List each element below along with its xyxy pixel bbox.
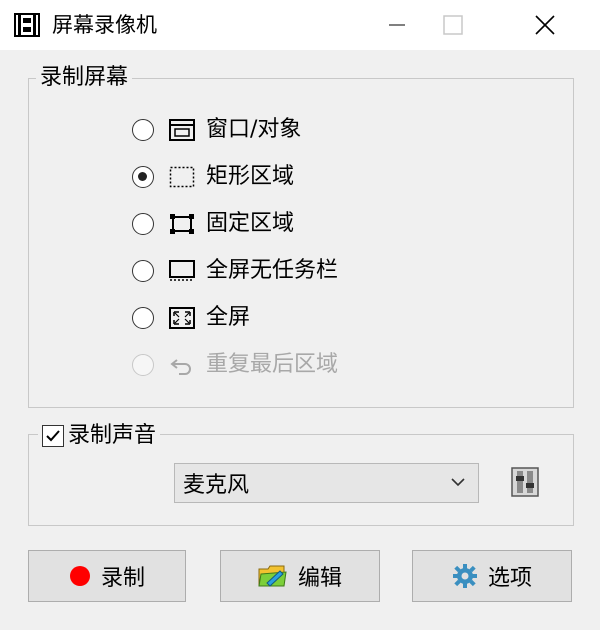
window-icon — [169, 119, 195, 141]
option-fullscreen-no-taskbar[interactable]: 全屏无任务栏 — [132, 256, 338, 286]
option-label: 全屏 — [206, 305, 251, 330]
option-label: 全屏无任务栏 — [206, 258, 339, 283]
maximize-button[interactable] — [418, 0, 488, 50]
audio-device-select[interactable]: 麦克风 — [174, 463, 479, 503]
option-window-object[interactable]: 窗口/对象 — [132, 115, 301, 145]
folder-edit-icon — [258, 565, 287, 587]
option-fullscreen[interactable]: 全屏 — [132, 303, 250, 333]
gear-icon — [452, 564, 477, 588]
option-fixed-region[interactable]: 固定区域 — [132, 209, 294, 239]
record-audio-toggle[interactable]: 录制声音 — [38, 422, 161, 450]
mixer-icon — [511, 467, 539, 497]
option-label: 重复最后区域 — [206, 352, 339, 377]
edit-button-label: 编辑 — [297, 566, 342, 591]
radio-fixed-region[interactable] — [132, 213, 154, 235]
repeat-icon — [170, 359, 191, 375]
option-repeat-last-region[interactable]: 重复最后区域 — [132, 350, 338, 380]
film-icon — [14, 13, 40, 37]
maximize-icon — [443, 15, 463, 35]
record-audio-checkbox[interactable] — [42, 425, 64, 447]
chevron-down-icon — [451, 478, 465, 487]
radio-repeat-last-region[interactable] — [132, 354, 154, 376]
fullscreen-icon — [169, 307, 195, 329]
radio-window-object[interactable] — [132, 119, 154, 141]
close-icon — [535, 15, 555, 35]
record-button-label: 录制 — [100, 566, 145, 591]
minimize-icon — [389, 24, 405, 26]
record-dot-icon — [69, 566, 90, 586]
option-rectangle-region[interactable]: 矩形区域 — [132, 162, 294, 192]
title-bar: 屏幕录像机 — [0, 0, 600, 50]
window-title: 屏幕录像机 — [52, 13, 157, 37]
fixed-region-icon — [170, 214, 194, 234]
radio-rectangle-region[interactable] — [132, 166, 154, 188]
audio-mixer-button[interactable] — [510, 466, 540, 498]
options-button-label: 选项 — [487, 566, 532, 591]
record-screen-group-title: 录制屏幕 — [36, 64, 133, 92]
record-audio-label: 录制声音 — [68, 423, 157, 448]
edit-button[interactable]: 编辑 — [220, 550, 380, 602]
screen-no-taskbar-icon — [169, 260, 195, 281]
audio-device-value: 麦克风 — [183, 473, 250, 498]
option-label: 矩形区域 — [206, 164, 295, 189]
record-button[interactable]: 录制 — [28, 550, 186, 602]
option-label: 固定区域 — [206, 211, 295, 236]
dashed-rectangle-icon — [169, 166, 195, 188]
options-button[interactable]: 选项 — [412, 550, 572, 602]
radio-fullscreen[interactable] — [132, 307, 154, 329]
close-button[interactable] — [510, 0, 580, 50]
checkmark-icon — [46, 430, 60, 442]
radio-fullscreen-no-taskbar[interactable] — [132, 260, 154, 282]
option-label: 窗口/对象 — [206, 117, 302, 142]
